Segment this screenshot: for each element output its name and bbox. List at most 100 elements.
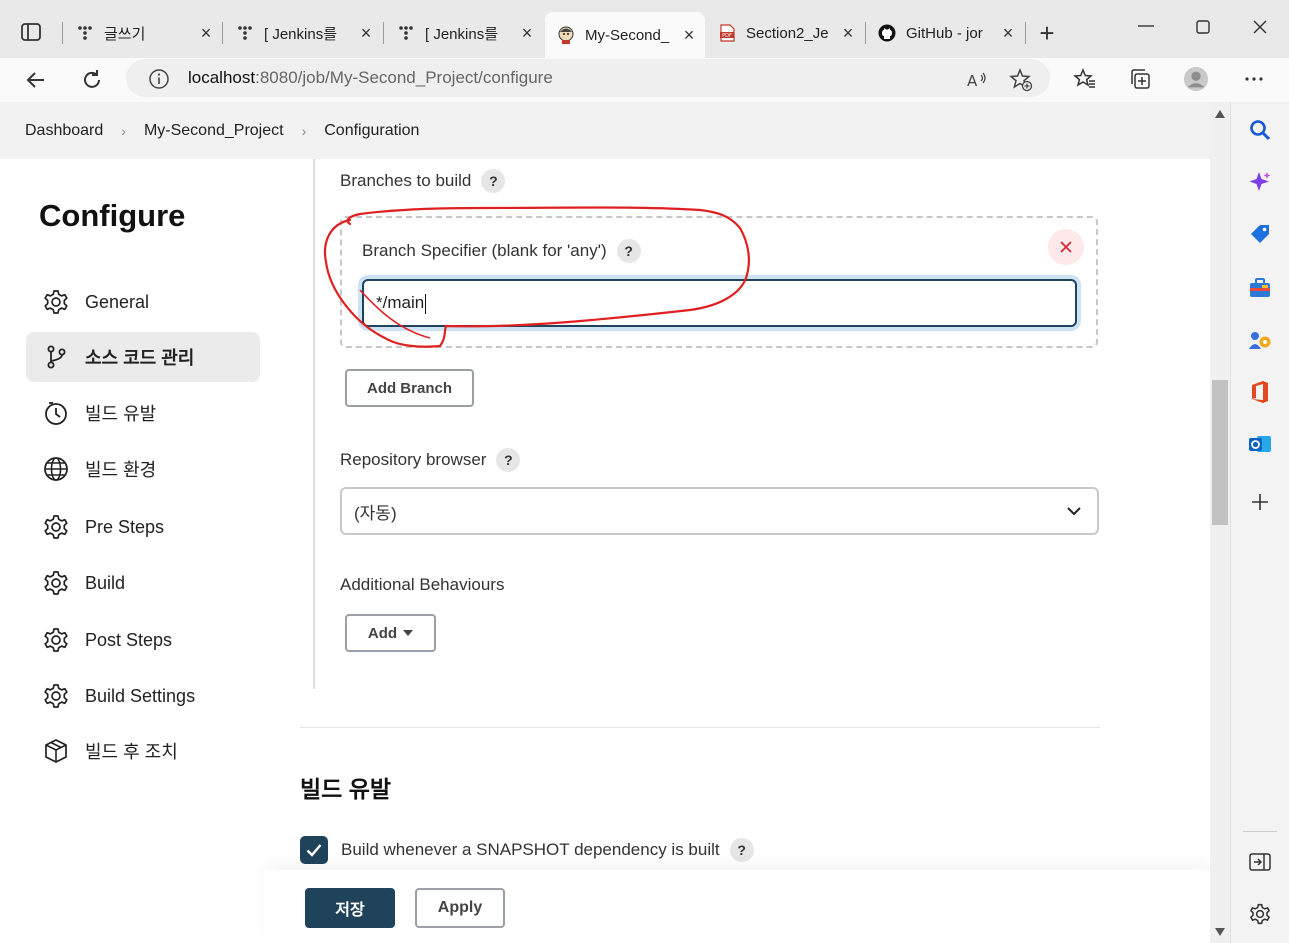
- read-aloud-icon[interactable]: A: [964, 67, 990, 93]
- sidebar-item-label: Pre Steps: [85, 516, 165, 537]
- chevron-right-icon: ›: [301, 122, 307, 139]
- refresh-icon[interactable]: [78, 66, 106, 94]
- sidebar-item-label: Post Steps: [85, 629, 173, 650]
- sidebar-divider: [1243, 831, 1277, 832]
- section-separator: [300, 727, 1100, 728]
- tistory-icon: [76, 24, 94, 42]
- snapshot-checkbox[interactable]: [300, 836, 328, 864]
- sidebar-item-label: Build Settings: [85, 685, 196, 706]
- settings-gear-icon[interactable]: [1248, 902, 1272, 926]
- url-text[interactable]: localhost:8080/job/My-Second_Project/con…: [188, 68, 553, 88]
- scroll-down-icon[interactable]: [1215, 928, 1225, 936]
- save-button[interactable]: 저장: [305, 888, 395, 928]
- browser-tab[interactable]: 글쓰기 ×: [64, 12, 222, 54]
- add-sidebar-app-icon[interactable]: [1248, 490, 1272, 514]
- help-icon[interactable]: ?: [496, 448, 521, 472]
- add-branch-button[interactable]: Add Branch: [345, 369, 474, 407]
- maximize-icon[interactable]: [1196, 20, 1210, 34]
- pdf-icon: PDF: [718, 24, 736, 42]
- minimize-icon[interactable]: [1138, 24, 1154, 28]
- browser-tab[interactable]: PDF Section2_Je ×: [706, 12, 864, 54]
- games-icon[interactable]: [1248, 328, 1272, 352]
- github-icon: [878, 24, 896, 42]
- breadcrumb-configuration[interactable]: Configuration: [324, 122, 419, 140]
- help-icon[interactable]: ?: [481, 169, 506, 193]
- repository-browser-select[interactable]: (자동): [340, 487, 1099, 535]
- sidebar-item-pre-steps[interactable]: Pre Steps: [26, 502, 260, 552]
- outlook-icon[interactable]: [1248, 432, 1272, 456]
- close-tab-icon[interactable]: ×: [519, 23, 535, 44]
- close-window-icon[interactable]: [1253, 20, 1267, 34]
- profile-avatar[interactable]: [1183, 66, 1209, 92]
- search-icon[interactable]: [1248, 118, 1272, 142]
- breadcrumb-project[interactable]: My-Second_Project: [144, 122, 284, 140]
- new-tab-icon[interactable]: +: [1034, 18, 1060, 49]
- help-icon[interactable]: ?: [616, 239, 641, 263]
- tab-separator: [383, 22, 384, 44]
- tistory-icon: [397, 24, 415, 42]
- add-behaviour-button[interactable]: Add: [345, 614, 436, 652]
- sidebar-item-general[interactable]: General: [26, 277, 260, 327]
- sidebar-item-build[interactable]: Build: [26, 558, 260, 608]
- tools-briefcase-icon[interactable]: [1248, 276, 1272, 300]
- sidebar-item-post-steps[interactable]: Post Steps: [26, 615, 260, 665]
- browser-tab[interactable]: GitHub - jor ×: [866, 12, 1024, 54]
- breadcrumb: Dashboard › My-Second_Project › Configur…: [0, 102, 1210, 159]
- tab-title: Section2_Je: [746, 24, 829, 42]
- shopping-tag-icon[interactable]: [1248, 222, 1272, 246]
- help-icon[interactable]: ?: [729, 838, 754, 862]
- sidebar-item-build-environment[interactable]: 빌드 환경: [26, 444, 260, 494]
- branches-to-build-text: Branches to build: [340, 171, 472, 190]
- sidebar-item-source-code[interactable]: 소스 코드 관리: [26, 332, 260, 382]
- remove-branch-icon[interactable]: [1048, 229, 1084, 265]
- build-triggers-heading: 빌드 유발: [300, 776, 392, 802]
- branch-icon: [42, 343, 70, 371]
- sidebar-item-build-triggers[interactable]: 빌드 유발: [26, 388, 260, 438]
- add-favorite-icon[interactable]: [1008, 67, 1034, 93]
- address-bar[interactable]: localhost:8080/job/My-Second_Project/con…: [126, 59, 1050, 97]
- favorites-icon[interactable]: [1072, 66, 1098, 92]
- scrollbar-thumb[interactable]: [1212, 380, 1228, 525]
- svg-text:A: A: [967, 72, 978, 90]
- globe-icon: [42, 455, 70, 483]
- close-tab-icon[interactable]: ×: [358, 23, 374, 44]
- browser-tab[interactable]: [ Jenkins를 ×: [385, 12, 543, 54]
- branch-specifier-label: Branch Specifier (blank for 'any') ?: [362, 239, 641, 263]
- apply-button[interactable]: Apply: [415, 888, 505, 928]
- browser-tab[interactable]: [ Jenkins를 ×: [224, 12, 382, 54]
- office-icon[interactable]: [1248, 380, 1272, 404]
- sidebar-item-build-settings[interactable]: Build Settings: [26, 671, 260, 721]
- snapshot-checkbox-label: Build whenever a SNAPSHOT dependency is …: [341, 838, 754, 862]
- site-info-icon[interactable]: [148, 68, 170, 90]
- sidebar-item-label: General: [85, 291, 150, 312]
- more-menu-icon[interactable]: [1241, 66, 1267, 92]
- sidebar-item-post-build-actions[interactable]: 빌드 후 조치: [26, 726, 260, 776]
- browser-tab-active[interactable]: My-Second_ ×: [545, 12, 705, 58]
- tab-actions-icon[interactable]: [20, 21, 42, 43]
- gear-icon: [42, 626, 70, 654]
- branch-specifier-input[interactable]: */main: [362, 279, 1077, 327]
- checkmark-icon: [306, 844, 322, 857]
- close-tab-icon[interactable]: ×: [1000, 23, 1016, 44]
- browser-sidebar: [1230, 102, 1289, 943]
- close-tab-icon[interactable]: ×: [198, 23, 214, 44]
- back-icon[interactable]: [22, 66, 50, 94]
- close-tab-icon[interactable]: ×: [681, 25, 697, 46]
- additional-behaviours-label: Additional Behaviours: [340, 575, 505, 594]
- tab-title: GitHub - jor: [906, 24, 983, 42]
- collections-icon[interactable]: [1127, 66, 1153, 92]
- breadcrumb-dashboard[interactable]: Dashboard: [25, 122, 103, 140]
- address-toolbar: localhost:8080/job/My-Second_Project/con…: [0, 58, 1289, 102]
- page-scrollbar[interactable]: [1210, 102, 1230, 943]
- close-tab-icon[interactable]: ×: [840, 23, 856, 44]
- sidebar-item-label: 빌드 환경: [85, 460, 157, 480]
- tab-separator: [62, 22, 63, 44]
- gear-icon: [42, 513, 70, 541]
- copilot-sparkle-icon[interactable]: [1248, 170, 1272, 194]
- branches-to-build-label: Branches to build ?: [340, 169, 506, 193]
- tab-title: 글쓰기: [104, 25, 146, 43]
- sidebar-item-label: 소스 코드 관리: [85, 348, 195, 368]
- scroll-up-icon[interactable]: [1215, 110, 1225, 118]
- hide-sidebar-icon[interactable]: [1248, 850, 1272, 874]
- chevron-down-icon: [1067, 507, 1081, 516]
